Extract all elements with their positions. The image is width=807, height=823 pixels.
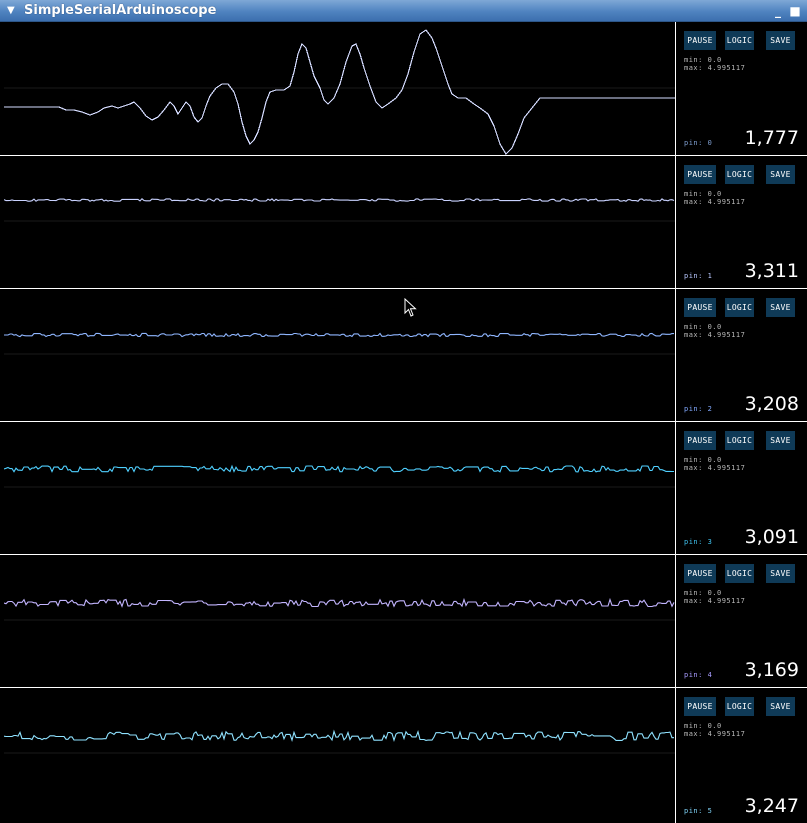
channel-controls-4: PAUSE LOGIC SAVE min: 0.0 max: 4.995117 … (675, 555, 807, 687)
minimize-icon[interactable]: _ (771, 4, 785, 18)
save-button[interactable]: SAVE (766, 564, 795, 583)
channel-controls-3: PAUSE LOGIC SAVE min: 0.0 max: 4.995117 … (675, 422, 807, 554)
signal-plot-1 (4, 156, 675, 288)
pause-button[interactable]: PAUSE (684, 165, 716, 184)
signal-plot-4 (4, 555, 675, 687)
pause-button[interactable]: PAUSE (684, 298, 716, 317)
pin-label: pin: 0 (684, 139, 713, 147)
max-value: max: 4.995117 (684, 464, 746, 472)
max-value: max: 4.995117 (684, 331, 746, 339)
sample-count: 3,311 (744, 260, 799, 282)
channel-panel-0: PAUSE LOGIC SAVE min: 0.0 max: 4.995117 … (0, 22, 807, 155)
sample-count: 3,208 (744, 393, 799, 415)
pause-button[interactable]: PAUSE (684, 31, 716, 50)
close-icon[interactable]: ■ (788, 4, 802, 18)
save-button[interactable]: SAVE (766, 431, 795, 450)
channel-controls-2: PAUSE LOGIC SAVE min: 0.0 max: 4.995117 … (675, 289, 807, 421)
sample-count: 3,247 (744, 795, 799, 817)
signal-trace-2 (4, 332, 675, 355)
pin-label: pin: 2 (684, 405, 713, 413)
signal-plot-3 (4, 422, 675, 554)
signal-trace-0 (4, 29, 675, 155)
window-title-bar[interactable]: ▼ SimpleSerialArduinoscope _ ■ (0, 0, 807, 22)
logic-button[interactable]: LOGIC (725, 431, 754, 450)
min-value: min: 0.0 (684, 589, 722, 597)
channel-controls-0: PAUSE LOGIC SAVE min: 0.0 max: 4.995117 … (675, 22, 807, 155)
pause-button[interactable]: PAUSE (684, 431, 716, 450)
logic-button[interactable]: LOGIC (725, 298, 754, 317)
max-value: max: 4.995117 (684, 198, 746, 206)
oscilloscope-canvas: PAUSE LOGIC SAVE min: 0.0 max: 4.995117 … (0, 22, 807, 823)
channel-controls-5: PAUSE LOGIC SAVE min: 0.0 max: 4.995117 … (675, 688, 807, 823)
signal-trace-1 (4, 198, 675, 222)
signal-plot-2 (4, 289, 675, 421)
signal-trace-5 (4, 729, 675, 754)
sample-count: 3,091 (744, 526, 799, 548)
sample-count: 3,169 (744, 659, 799, 681)
min-value: min: 0.0 (684, 722, 722, 730)
save-button[interactable]: SAVE (766, 165, 795, 184)
max-value: max: 4.995117 (684, 64, 746, 72)
pause-button[interactable]: PAUSE (684, 697, 716, 716)
min-value: min: 0.0 (684, 56, 722, 64)
pin-label: pin: 1 (684, 272, 713, 280)
sample-count: 1,777 (744, 127, 799, 149)
window-menu-icon[interactable]: ▼ (7, 4, 15, 18)
channel-panel-1: PAUSE LOGIC SAVE min: 0.0 max: 4.995117 … (0, 155, 807, 288)
logic-button[interactable]: LOGIC (725, 165, 754, 184)
min-value: min: 0.0 (684, 190, 722, 198)
max-value: max: 4.995117 (684, 597, 746, 605)
channel-panel-3: PAUSE LOGIC SAVE min: 0.0 max: 4.995117 … (0, 421, 807, 554)
min-value: min: 0.0 (684, 323, 722, 331)
pause-button[interactable]: PAUSE (684, 564, 716, 583)
signal-plot-5 (4, 688, 675, 823)
mouse-pointer-icon (404, 298, 417, 317)
save-button[interactable]: SAVE (766, 31, 795, 50)
logic-button[interactable]: LOGIC (725, 564, 754, 583)
channel-panel-4: PAUSE LOGIC SAVE min: 0.0 max: 4.995117 … (0, 554, 807, 687)
pin-label: pin: 4 (684, 671, 713, 679)
channel-panel-5: PAUSE LOGIC SAVE min: 0.0 max: 4.995117 … (0, 687, 807, 823)
pin-label: pin: 3 (684, 538, 713, 546)
pin-label: pin: 5 (684, 807, 713, 815)
window-title: SimpleSerialArduinoscope (24, 3, 217, 18)
signal-trace-4 (4, 597, 675, 621)
logic-button[interactable]: LOGIC (725, 697, 754, 716)
signal-trace-3 (4, 464, 675, 488)
signal-plot-0 (4, 22, 675, 155)
save-button[interactable]: SAVE (766, 697, 795, 716)
channel-controls-1: PAUSE LOGIC SAVE min: 0.0 max: 4.995117 … (675, 156, 807, 288)
min-value: min: 0.0 (684, 456, 722, 464)
max-value: max: 4.995117 (684, 730, 746, 738)
logic-button[interactable]: LOGIC (725, 31, 754, 50)
save-button[interactable]: SAVE (766, 298, 795, 317)
